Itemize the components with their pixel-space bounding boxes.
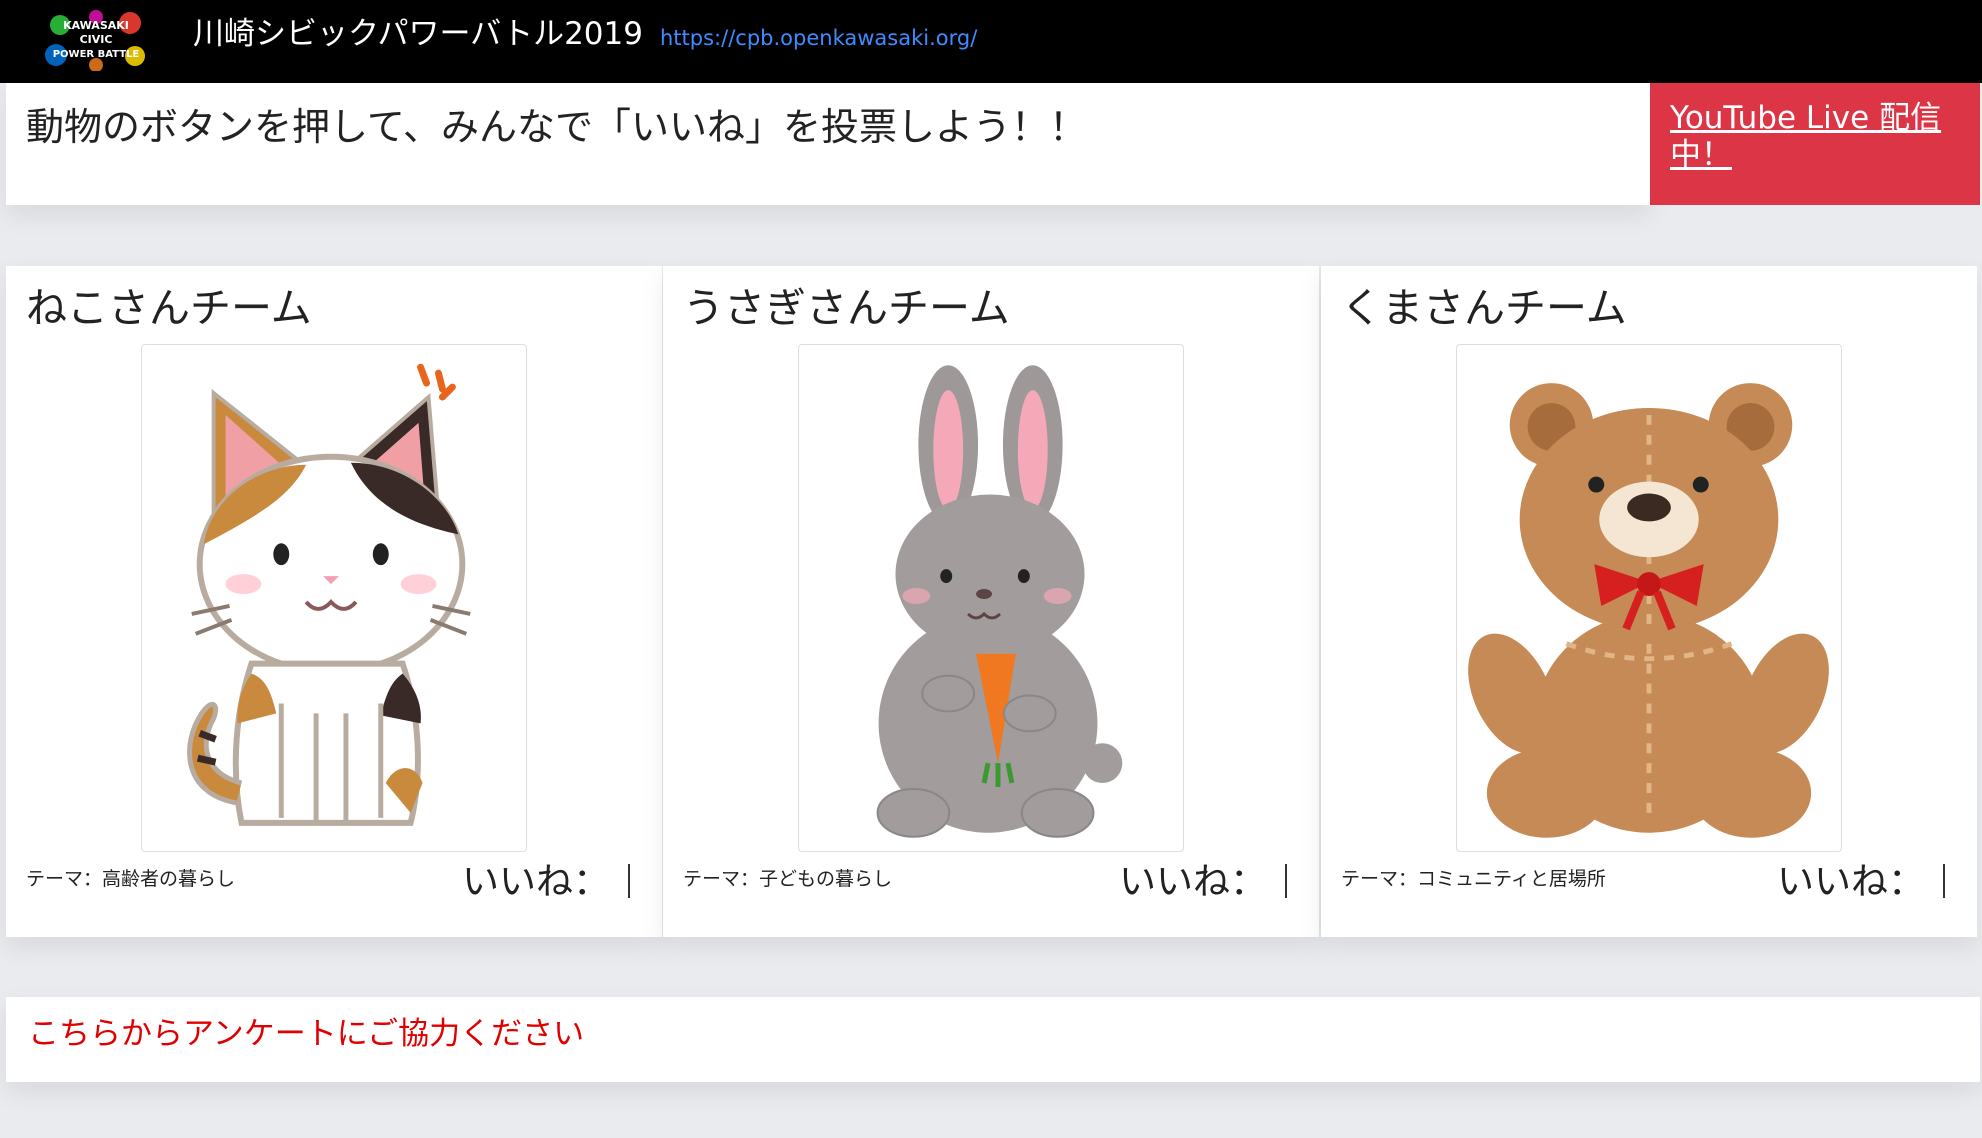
vote-instruction-banner: 動物のボタンを押して、みんなで「いいね」を投票しよう！！ [6,83,1650,205]
cat-illustration[interactable] [141,344,527,852]
svg-text:KAWASAKI: KAWASAKI [63,19,129,32]
rabbit-illustration[interactable] [798,344,1184,852]
like-button-bear[interactable]: いいね： [1777,859,1945,905]
like-button-rabbit[interactable]: いいね： [1119,859,1287,905]
site-title: 川崎シビックパワーバトル2019 [193,16,643,52]
youtube-live-box: YouTube Live 配信中！ [1650,83,1980,205]
civic-power-battle-logo[interactable]: KAWASAKI CIVIC POWER BATTLE [40,9,152,72]
team-name: ねこさんチーム [26,284,312,332]
team-theme: テーマ：コミュニティと居場所 [1341,868,1606,890]
like-label: いいね： [1777,860,1925,903]
like-count-cursor [1943,864,1945,898]
team-card-cat: ねこさんチーム テーマ：高齢者の暮らし いいね： [6,266,662,937]
svg-text:CIVIC: CIVIC [80,33,113,46]
team-card-bear: くまさんチーム テーマ：コミュニティと居場所 いいね： [1321,266,1977,937]
like-label: いいね： [462,860,610,903]
team-name: うさぎさんチーム [683,284,1010,332]
survey-panel: こちらからアンケートにご協力ください [6,997,1980,1082]
like-button-cat[interactable]: いいね： [462,859,630,905]
team-name: くまさんチーム [1341,284,1627,332]
vote-instruction-text: 動物のボタンを押して、みんなで「いいね」を投票しよう！！ [26,105,1087,149]
team-theme: テーマ：子どもの暮らし [683,868,893,890]
site-url-link[interactable]: https://cpb.openkawasaki.org/ [660,25,977,51]
top-navbar: KAWASAKI CIVIC POWER BATTLE 川崎シビックパワーバトル… [0,0,1982,83]
youtube-live-link[interactable]: YouTube Live 配信中！ [1670,100,1960,174]
team-card-rabbit: うさぎさんチーム テーマ：子どもの暮らし いいね： [663,266,1319,937]
svg-text:POWER BATTLE: POWER BATTLE [53,49,140,60]
team-theme: テーマ：高齢者の暮らし [26,868,236,890]
survey-link[interactable]: こちらからアンケートにご協力ください [28,1013,584,1055]
like-count-cursor [628,864,630,898]
bear-illustration[interactable] [1456,344,1842,852]
like-label: いいね： [1119,860,1267,903]
like-count-cursor [1285,864,1287,898]
